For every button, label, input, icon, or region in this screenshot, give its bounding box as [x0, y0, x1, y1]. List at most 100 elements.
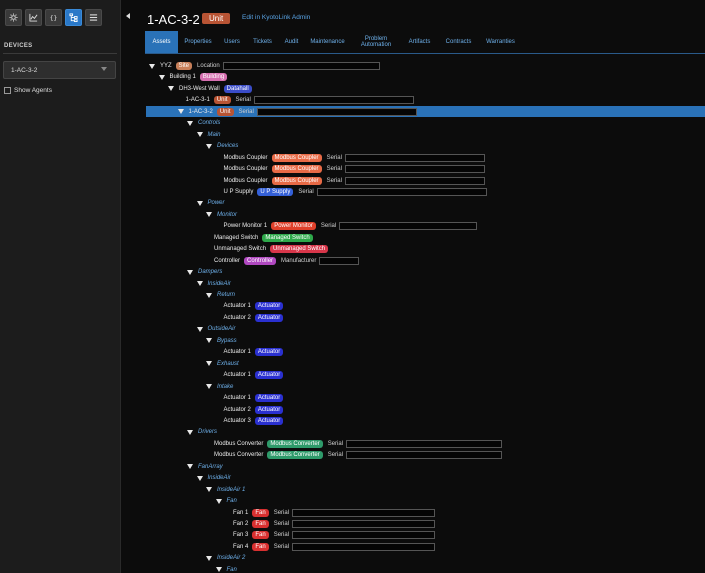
tree-node[interactable]: Actuator 1 Actuator [224, 347, 284, 357]
field-input[interactable] [344, 176, 485, 185]
field-input[interactable] [292, 531, 436, 540]
caret-down-icon[interactable] [215, 567, 222, 573]
tab-properties[interactable]: Properties [178, 31, 218, 53]
edit-link[interactable]: Edit in KyotoLink Admin [242, 14, 310, 21]
caret-down-icon[interactable] [187, 120, 193, 126]
field-input[interactable] [253, 96, 414, 105]
tree-node[interactable]: Controller Controller Manufacturer [214, 256, 360, 266]
tree-group[interactable]: InsideAir [196, 279, 231, 289]
tree-node[interactable]: Fan 4 Fan Serial [233, 542, 436, 552]
tab-users[interactable]: Users [218, 31, 246, 53]
tree-group[interactable]: Dampers [187, 267, 222, 277]
tree-node[interactable]: 1-AC-3-2 Unit Serial [177, 107, 417, 117]
caret-down-icon[interactable] [187, 429, 193, 435]
tree-group[interactable]: Exhaust [206, 359, 239, 369]
tree-group[interactable]: Intake [206, 382, 233, 392]
field-input[interactable] [344, 165, 485, 174]
caret-down-icon[interactable] [177, 109, 184, 115]
field-input[interactable] [292, 520, 436, 528]
json-tool-button[interactable]: {} [45, 9, 62, 26]
tree-group[interactable]: FanArray [187, 462, 223, 472]
tree-node[interactable]: Power Monitor 1 Power Monitor Serial [224, 221, 478, 231]
tab-problem-automation[interactable]: Problem Automation [351, 31, 401, 53]
tree-node[interactable]: 1-AC-3-1 Unit Serial [186, 95, 414, 105]
tree-node[interactable]: Modbus Coupler Modbus Coupler Serial [224, 176, 485, 186]
tree-group[interactable]: Monitor [206, 210, 237, 220]
tab-artifacts[interactable]: Artifacts [401, 31, 438, 53]
field-input[interactable] [346, 439, 503, 448]
field-input[interactable] [339, 222, 478, 231]
tree-node[interactable]: DH3-West Wall Datahall [168, 84, 252, 94]
tree-group[interactable]: InsideAir 1 [206, 485, 245, 495]
tree-node[interactable]: Fan 1 Fan Serial [233, 508, 436, 518]
tree-node[interactable]: Managed Switch Managed Switch [214, 233, 313, 243]
tab-assets[interactable]: Assets [145, 31, 178, 53]
caret-down-icon[interactable] [206, 143, 212, 149]
tab-maintenance[interactable]: Maintenance [304, 31, 351, 53]
tree-node[interactable]: Actuator 1 Actuator [224, 370, 284, 380]
tree-group[interactable]: Fan [215, 496, 237, 506]
tree-node[interactable]: Building 1 Building [158, 72, 228, 82]
tree-node[interactable]: Modbus Converter Modbus Converter Serial [214, 439, 503, 449]
tree-node[interactable]: Actuator 2 Actuator [224, 313, 284, 323]
tab-audit[interactable]: Audit [279, 31, 304, 53]
caret-down-icon[interactable] [196, 132, 203, 138]
tree-node[interactable]: Actuator 1 Actuator [224, 393, 284, 403]
tree-node[interactable]: Modbus Coupler Modbus Coupler Serial [224, 153, 485, 163]
caret-down-icon[interactable] [158, 74, 165, 80]
caret-down-icon[interactable] [215, 498, 222, 504]
tree-node[interactable]: Actuator 2 Actuator [224, 405, 284, 415]
tree-node[interactable]: Unmanaged Switch Unmanaged Switch [214, 244, 329, 254]
field-input[interactable] [344, 153, 485, 162]
caret-down-icon[interactable] [196, 281, 203, 287]
caret-down-icon[interactable] [149, 63, 155, 69]
caret-down-icon[interactable] [206, 338, 212, 344]
tab-warranties[interactable]: Warranties [479, 31, 522, 53]
caret-down-icon[interactable] [206, 361, 212, 367]
list-tool-button[interactable] [85, 9, 102, 26]
field-input[interactable] [256, 107, 417, 116]
collapse-sidebar-button[interactable] [123, 10, 133, 22]
chart-tool-button[interactable] [25, 9, 42, 26]
show-agents-checkbox[interactable] [4, 87, 11, 94]
caret-down-icon[interactable] [206, 292, 212, 298]
tree-node[interactable]: Modbus Coupler Modbus Coupler Serial [224, 164, 485, 174]
tree-group[interactable]: Devices [206, 141, 238, 151]
tree-group[interactable]: Drivers [187, 427, 217, 437]
caret-down-icon[interactable] [196, 200, 203, 206]
caret-down-icon[interactable] [168, 86, 174, 92]
tree-node[interactable]: Fan 2 Fan Serial [233, 519, 436, 529]
tree-group[interactable]: Power [196, 198, 225, 208]
field-input[interactable] [319, 256, 360, 265]
field-input[interactable] [316, 187, 487, 196]
tree-group[interactable]: InsideAir 2 [206, 553, 245, 563]
tree-node[interactable]: YYZ Site Location [149, 61, 380, 71]
tree-node[interactable]: Fan 3 Fan Serial [233, 530, 436, 540]
tab-tickets[interactable]: Tickets [246, 31, 279, 53]
tree-group[interactable]: Return [206, 290, 235, 300]
tree-group[interactable]: Bypass [206, 336, 237, 346]
caret-down-icon[interactable] [206, 487, 212, 493]
tab-contracts[interactable]: Contracts [438, 31, 479, 53]
show-agents-toggle[interactable]: Show Agents [4, 87, 52, 94]
tree-node[interactable]: Actuator 1 Actuator [224, 301, 284, 311]
tree-node[interactable]: U P Supply U P Supply Serial [224, 187, 487, 197]
caret-down-icon[interactable] [196, 326, 203, 332]
caret-down-icon[interactable] [206, 555, 212, 561]
caret-down-icon[interactable] [206, 384, 212, 390]
caret-down-icon[interactable] [187, 464, 193, 470]
caret-down-icon[interactable] [187, 269, 193, 275]
tree-group[interactable]: OutsideAir [196, 324, 236, 334]
field-input[interactable] [346, 451, 503, 460]
device-select[interactable]: 1-AC-3-2 [3, 61, 116, 79]
tree-node[interactable]: Actuator 3 Actuator [224, 416, 284, 426]
field-input[interactable] [292, 542, 436, 551]
tree-node[interactable]: Modbus Converter Modbus Converter Serial [214, 450, 503, 460]
tree-group[interactable]: InsideAir [196, 473, 231, 483]
tree-group[interactable]: Main [196, 130, 221, 140]
field-input[interactable] [222, 62, 380, 70]
caret-down-icon[interactable] [196, 475, 203, 481]
settings-tool-button[interactable] [5, 9, 22, 26]
caret-down-icon[interactable] [206, 212, 212, 218]
hierarchy-tool-button[interactable] [65, 9, 82, 26]
